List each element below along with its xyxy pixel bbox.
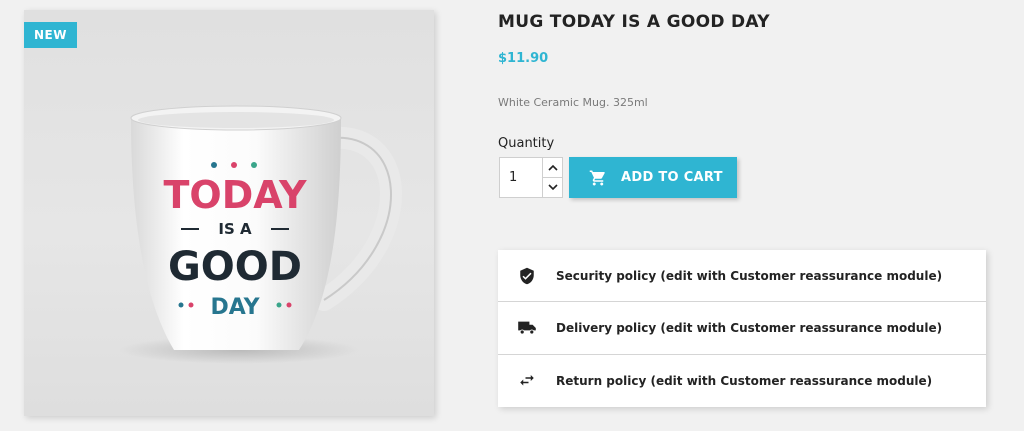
- product-image[interactable]: NEW TODAY IS A GOOD DAY: [24, 10, 434, 416]
- reassurance-label: Return policy (edit with Customer reassu…: [556, 373, 933, 388]
- quantity-input[interactable]: [500, 158, 542, 197]
- reassurance-item-return: Return policy (edit with Customer reassu…: [498, 355, 986, 407]
- reassurance-item-security: Security policy (edit with Customer reas…: [498, 250, 986, 303]
- mug-illustration: TODAY IS A GOOD DAY: [119, 105, 402, 364]
- reassurance-item-delivery: Delivery policy (edit with Customer reas…: [498, 302, 986, 355]
- cart-icon: [589, 170, 605, 185]
- shield-check-icon: [520, 267, 534, 284]
- quantity-increase-button[interactable]: [543, 158, 562, 177]
- product-page: NEW TODAY IS A GOOD DAY MUG TODAY IS A G…: [0, 0, 1024, 431]
- quantity-decrease-button[interactable]: [543, 177, 562, 197]
- product-title: MUG TODAY IS A GOOD DAY: [498, 12, 770, 32]
- add-to-cart-button[interactable]: ADD TO CART: [569, 157, 737, 198]
- product-description: White Ceramic Mug. 325ml: [498, 96, 648, 109]
- quantity-buttons: [542, 158, 562, 197]
- reassurance-block: Security policy (edit with Customer reas…: [498, 250, 986, 407]
- mug-text-day: DAY: [210, 295, 260, 320]
- chevron-down-icon: [547, 184, 558, 191]
- swap-arrows-icon: [520, 374, 534, 386]
- mug-text-good: GOOD: [168, 244, 302, 290]
- mug-text-today: TODAY: [163, 173, 307, 217]
- reassurance-label: Delivery policy (edit with Customer reas…: [556, 320, 943, 335]
- reassurance-label: Security policy (edit with Customer reas…: [556, 268, 943, 283]
- truck-icon: [518, 321, 536, 335]
- quantity-label: Quantity: [498, 136, 555, 151]
- mug-text-is-a: IS A: [218, 220, 252, 238]
- quantity-stepper: [499, 157, 563, 198]
- chevron-up-icon: [547, 164, 558, 171]
- new-badge: NEW: [24, 22, 77, 48]
- add-to-cart-label: ADD TO CART: [621, 170, 723, 185]
- product-price: $11.90: [498, 51, 549, 66]
